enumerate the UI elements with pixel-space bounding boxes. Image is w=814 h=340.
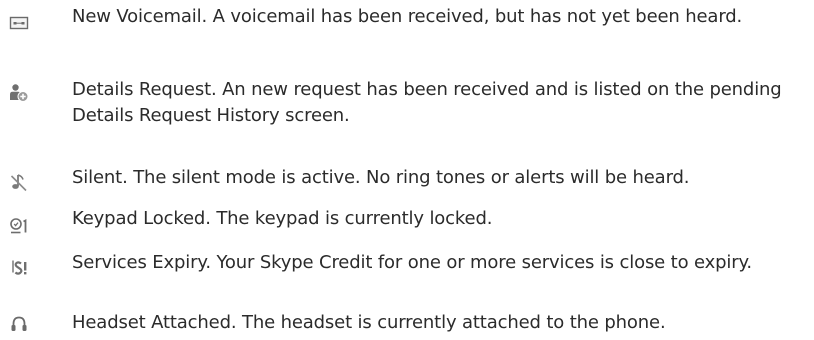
legend-text-services-expiry: Services Expiry. Your Skype Credit for o…: [72, 252, 753, 273]
headset-icon: [9, 314, 29, 334]
legend-text-headset: Headset Attached. The headset is current…: [72, 312, 666, 333]
services-expiry-icon: [9, 258, 29, 278]
voicemail-icon: [9, 13, 29, 33]
legend-text-keypad-locked: Keypad Locked. The keypad is currently l…: [72, 208, 493, 229]
silent-icon: [9, 173, 29, 193]
keypad-locked-icon: [9, 216, 29, 236]
legend-text-details-request: Details Request. An new request has been…: [72, 79, 782, 126]
details-request-icon: [9, 83, 29, 103]
legend-text-silent: Silent. The silent mode is active. No ri…: [72, 167, 690, 188]
legend-text-voicemail: New Voicemail. A voicemail has been rece…: [72, 6, 743, 27]
status-icon-legend: New Voicemail. A voicemail has been rece…: [0, 0, 814, 340]
